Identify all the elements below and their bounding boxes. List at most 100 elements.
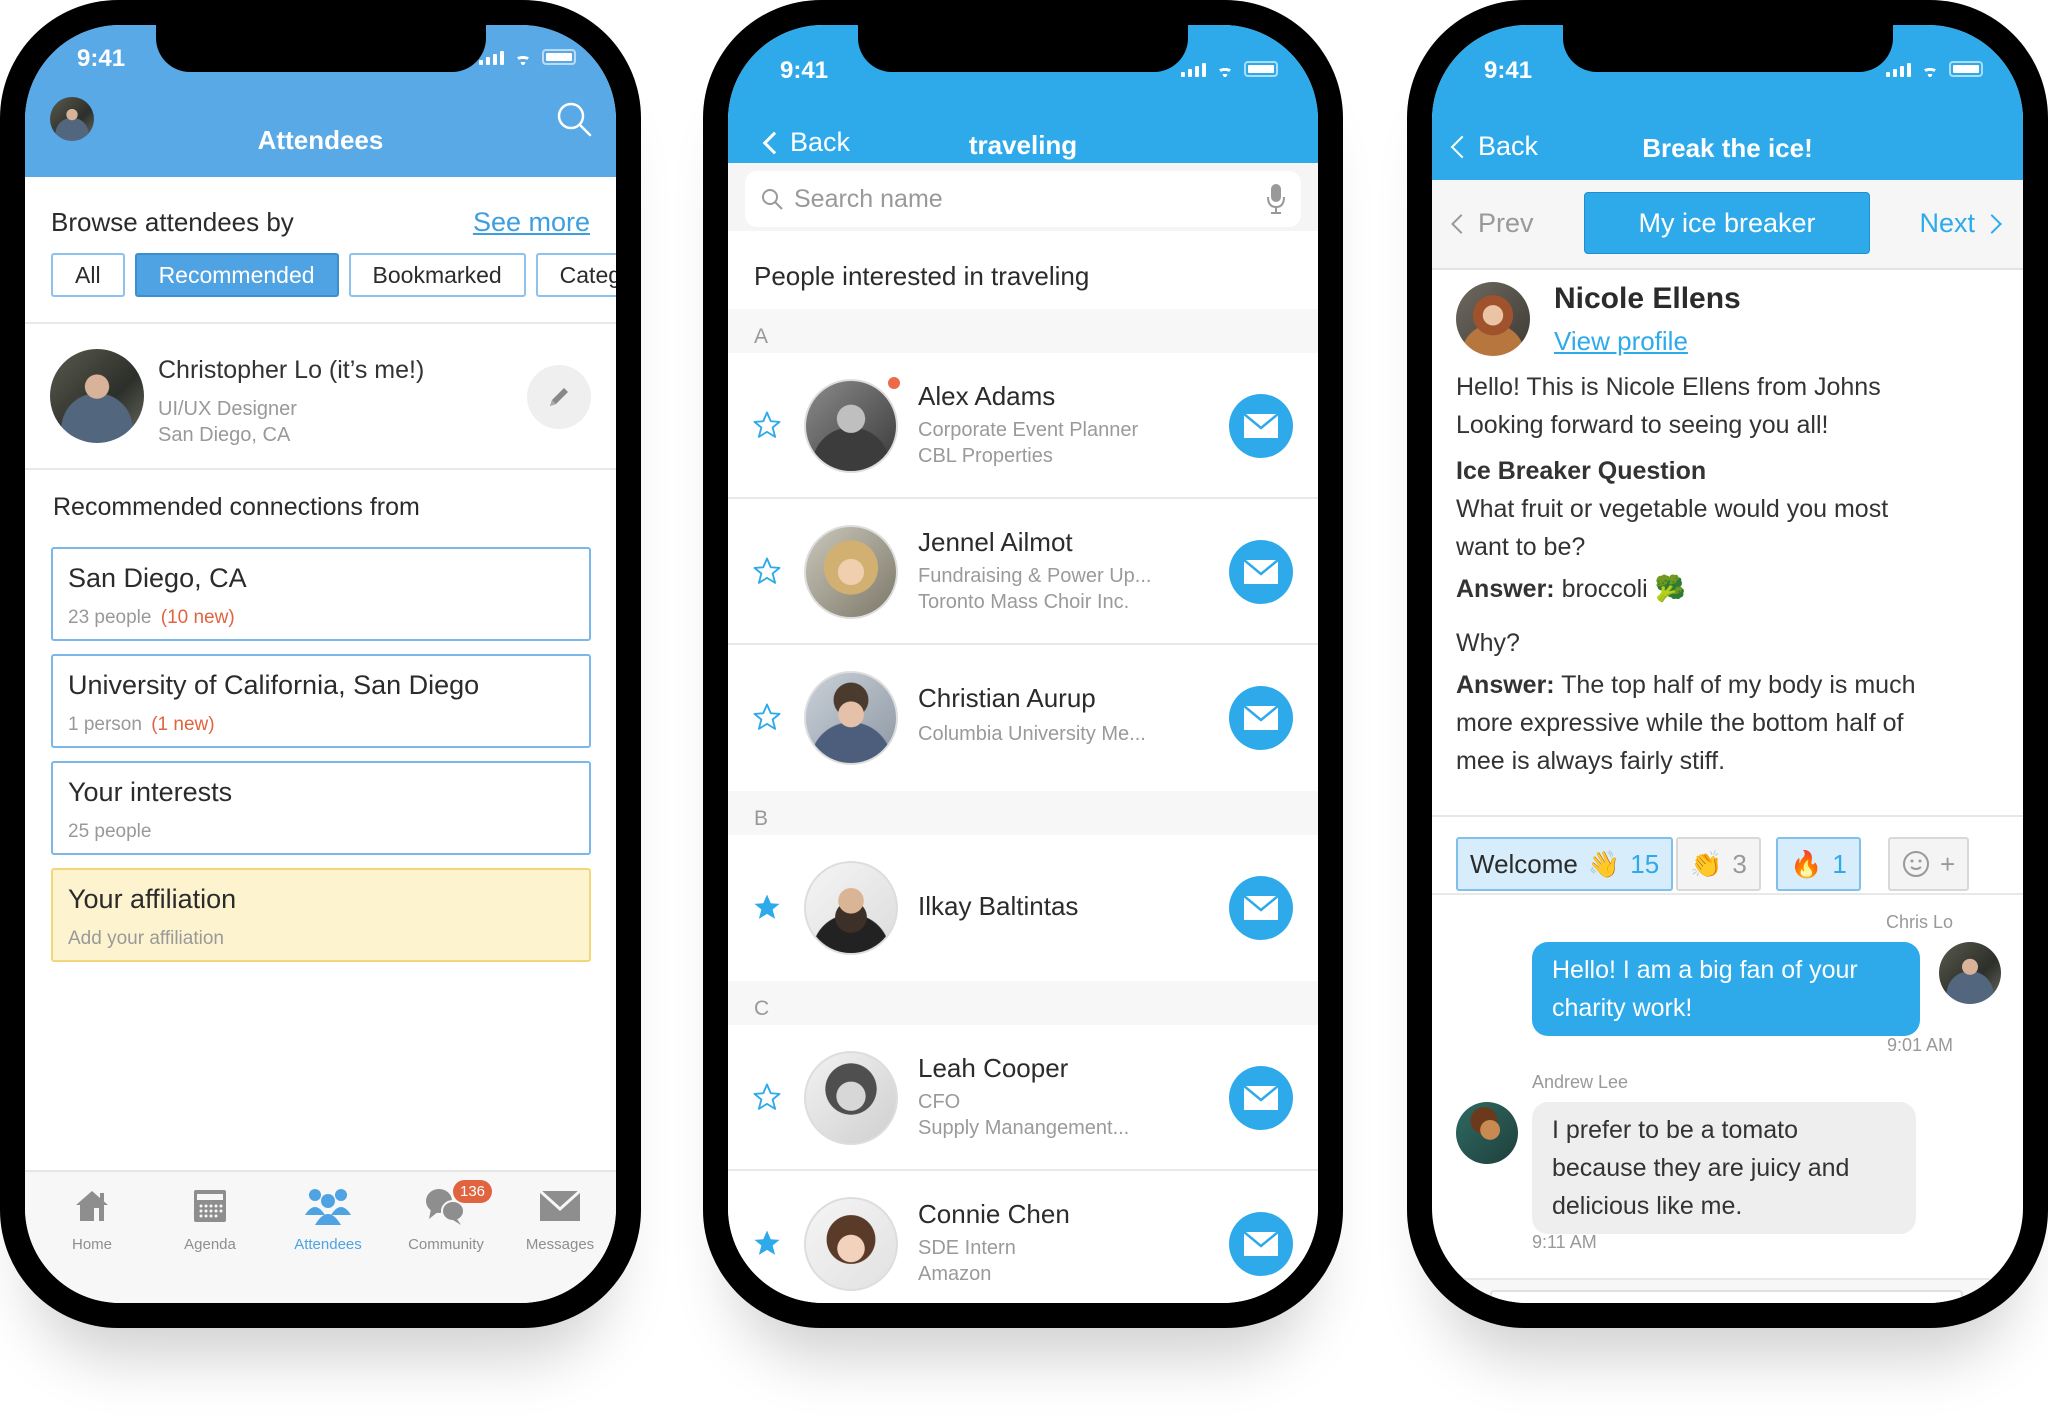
reaction-welcome[interactable]: Welcome 👋 15: [1456, 837, 1674, 891]
message-line: I prefer to be a tomato: [1552, 1116, 1798, 1144]
chevron-left-icon: [1451, 213, 1471, 234]
rec-card-ucsd[interactable]: University of California, San Diego 1 pe…: [51, 654, 591, 748]
list-item[interactable]: Ilkay Baltintas: [728, 835, 1318, 981]
edit-profile-button[interactable]: [527, 365, 591, 429]
notch: [155, 25, 486, 72]
microphone-icon[interactable]: [1266, 183, 1286, 215]
why-answer-line: more expressive while the bottom half of: [1456, 709, 1904, 737]
screen: Back Break the ice! 9:41 Prev My ice bre…: [1432, 25, 2023, 1303]
tab-community[interactable]: 136 Community: [391, 1180, 501, 1253]
waving-hand-emoji: 👋: [1587, 848, 1621, 879]
rec-card-interests[interactable]: Your interests 25 people: [51, 761, 591, 855]
search-field[interactable]: [745, 171, 1301, 227]
search-input[interactable]: [794, 184, 1266, 214]
tab-label: Attendees: [294, 1236, 362, 1253]
person-name: Jennel Ailmot: [918, 527, 1073, 557]
message-button[interactable]: [1229, 1066, 1293, 1130]
phone-interest-list: Back traveling 9:41 People interested in…: [703, 0, 1343, 1328]
my-profile-row[interactable]: Christopher Lo (it’s me!) UI/UX Designer…: [25, 324, 616, 470]
message-bubble-sent[interactable]: Hello! I am a big fan of your charity wo…: [1532, 942, 1920, 1036]
tab-attendees[interactable]: Attendees: [273, 1186, 383, 1253]
my-location: San Diego, CA: [158, 424, 291, 446]
search-icon: [762, 189, 783, 210]
list-item[interactable]: Jennel Ailmot Fundraising & Power Up... …: [728, 499, 1318, 645]
tab-home[interactable]: Home: [37, 1186, 147, 1253]
section-header: A: [728, 309, 1318, 353]
avatar: [50, 349, 144, 443]
star-outline-icon[interactable]: [752, 410, 782, 440]
add-reaction-button[interactable]: +: [1888, 837, 1970, 891]
plus-icon: +: [1940, 848, 1956, 879]
sender-name: Andrew Lee: [1532, 1072, 1629, 1092]
my-ice-breaker-button[interactable]: My ice breaker: [1584, 192, 1870, 254]
avatar: [804, 671, 898, 765]
chip-categories[interactable]: Categ: [535, 253, 616, 297]
message-input[interactable]: [1490, 1290, 1963, 1303]
card-count: 25 people: [68, 821, 152, 842]
next-button[interactable]: Next: [1919, 208, 2002, 239]
sender-avatar: [1456, 1102, 1518, 1164]
community-badge: 136: [453, 1180, 493, 1203]
list-item[interactable]: Alex Adams Corporate Event Planner CBL P…: [728, 353, 1318, 499]
status-time: 9:41: [77, 45, 126, 72]
message-button[interactable]: [1229, 1212, 1293, 1276]
notch: [1562, 25, 1893, 72]
star-outline-icon[interactable]: [752, 1082, 782, 1112]
why-answer-line: The top half of my body is much: [1561, 671, 1916, 699]
my-title: UI/UX Designer: [158, 398, 297, 420]
search-area: [728, 163, 1318, 231]
star-outline-icon[interactable]: [752, 702, 782, 732]
avatar[interactable]: [1456, 282, 1530, 356]
tab-agenda[interactable]: Agenda: [155, 1186, 265, 1253]
star-outline-icon[interactable]: [752, 556, 782, 586]
chip-bookmarked[interactable]: Bookmarked: [348, 253, 526, 297]
message-line: delicious like me.: [1552, 1192, 1743, 1220]
compose-bar: [1432, 1278, 2023, 1303]
person-line2: CBL Properties: [918, 445, 1053, 467]
person-line2: Amazon: [918, 1263, 992, 1285]
star-filled-icon[interactable]: [752, 892, 782, 922]
rec-card-san-diego[interactable]: San Diego, CA 23 people (10 new): [51, 547, 591, 641]
card-count: 23 people: [68, 607, 152, 628]
section-header: B: [728, 791, 1318, 835]
prev-button[interactable]: Prev: [1451, 208, 1534, 239]
chip-recommended[interactable]: Recommended: [134, 253, 339, 297]
star-filled-icon[interactable]: [752, 1228, 782, 1258]
card-count: 1 person: [68, 714, 142, 735]
tab-label: Home: [71, 1236, 112, 1253]
list-item[interactable]: Christian Aurup Columbia University Me..…: [728, 645, 1318, 791]
list-item[interactable]: Connie Chen SDE Intern Amazon: [728, 1171, 1318, 1303]
calendar-icon: [194, 1190, 226, 1222]
person-name: Alex Adams: [918, 381, 1056, 411]
message-button[interactable]: [1229, 876, 1293, 940]
answer-line: Answer: broccoli 🥦: [1456, 570, 1993, 608]
envelope-icon: [1244, 1232, 1278, 1256]
envelope-icon: [540, 1191, 580, 1221]
message-bubble-received[interactable]: I prefer to be a tomato because they are…: [1532, 1102, 1916, 1234]
battery-icon: [542, 49, 576, 65]
person-line1: Fundraising & Power Up...: [918, 565, 1152, 587]
message-button[interactable]: [1229, 540, 1293, 604]
message-line: Hello! I am a big fan of your: [1552, 956, 1858, 984]
rec-card-affiliation[interactable]: Your affiliation Add your affiliation: [51, 868, 591, 962]
intro-text: Hello! This is Nicole Ellens from Johns …: [1456, 368, 1993, 444]
envelope-icon: [1244, 560, 1278, 584]
person-line1: Corporate Event Planner: [918, 419, 1139, 441]
reaction-count: 15: [1630, 848, 1660, 879]
see-more-link[interactable]: See more: [473, 207, 590, 238]
tab-label: Community: [408, 1236, 484, 1253]
view-profile-link[interactable]: View profile: [1554, 326, 1688, 357]
search-icon[interactable]: [554, 99, 594, 139]
tab-messages[interactable]: Messages: [505, 1186, 615, 1253]
reaction-fire[interactable]: 🔥 1: [1776, 837, 1861, 891]
chip-all[interactable]: All: [51, 253, 125, 297]
message-button[interactable]: [1229, 686, 1293, 750]
message-time: 9:11 AM: [1532, 1232, 1597, 1252]
fire-emoji: 🔥: [1790, 848, 1823, 879]
screen: Attendees 9:41 Browse attendees by See m…: [25, 25, 616, 1303]
list-item[interactable]: Leah Cooper CFO Supply Manangement...: [728, 1025, 1318, 1171]
intro-line: Looking forward to seeing you all!: [1456, 411, 1829, 439]
reaction-clap[interactable]: 👏 3: [1676, 837, 1761, 891]
phone-ice-breaker: Back Break the ice! 9:41 Prev My ice bre…: [1407, 0, 2048, 1328]
message-button[interactable]: [1229, 394, 1293, 458]
